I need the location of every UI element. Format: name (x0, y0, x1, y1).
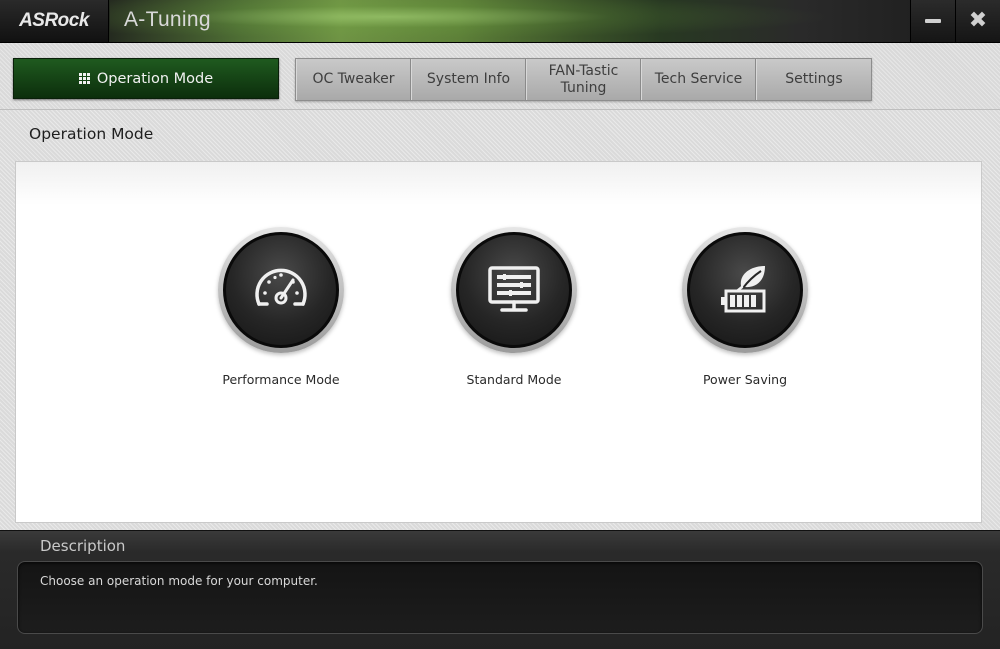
nav-bar: Operation Mode OC Tweaker System Info FA… (0, 43, 1000, 110)
speedometer-icon (255, 268, 307, 306)
performance-mode-button[interactable] (218, 227, 344, 353)
grid-icon (78, 73, 90, 84)
description-text: Choose an operation mode for your comput… (40, 574, 318, 588)
page-title: Operation Mode (29, 125, 154, 143)
leaf-battery-icon (721, 266, 766, 313)
tab-group: OC Tweaker System Info FAN-Tastic Tuning… (295, 58, 872, 101)
performance-mode-option[interactable]: Performance Mode (201, 227, 361, 387)
tab-fan-tastic-tuning[interactable]: FAN-Tastic Tuning (526, 59, 641, 100)
title-bar: ASRock A-Tuning ✖ (0, 0, 1000, 43)
standard-mode-option[interactable]: Standard Mode (434, 227, 594, 387)
logo-text: ASRock (19, 10, 89, 31)
power-saving-button[interactable] (682, 227, 808, 353)
tab-operation-mode[interactable]: Operation Mode (13, 58, 279, 99)
monitor-icon (488, 266, 540, 312)
description-box: Choose an operation mode for your comput… (17, 561, 983, 634)
minimize-icon (925, 19, 941, 23)
asrock-logo: ASRock (0, 0, 109, 42)
power-saving-option[interactable]: Power Saving (665, 227, 825, 387)
minimize-button[interactable] (910, 0, 955, 42)
description-title: Description (40, 537, 126, 555)
mode-panel: Performance Mode Standard Mode Power Sav… (15, 161, 982, 523)
tab-system-info[interactable]: System Info (411, 59, 526, 100)
description-area: Description Choose an operation mode for… (0, 530, 1000, 649)
app-window: ASRock A-Tuning ✖ Operation Mode OC Twea… (0, 0, 1000, 649)
tab-settings[interactable]: Settings (756, 59, 871, 100)
tab-oc-tweaker[interactable]: OC Tweaker (296, 59, 411, 100)
power-saving-label: Power Saving (702, 372, 788, 387)
tab-operation-mode-label: Operation Mode (96, 70, 214, 87)
close-icon: ✖ (968, 8, 988, 33)
standard-mode-label: Standard Mode (466, 372, 562, 387)
close-button[interactable]: ✖ (955, 0, 1000, 42)
app-title: A-Tuning (124, 8, 211, 31)
standard-mode-button[interactable] (451, 227, 577, 353)
performance-mode-label: Performance Mode (222, 372, 340, 387)
tab-tech-service[interactable]: Tech Service (641, 59, 756, 100)
main-content: Operation Mode Performance Mode Standard… (0, 110, 1000, 530)
